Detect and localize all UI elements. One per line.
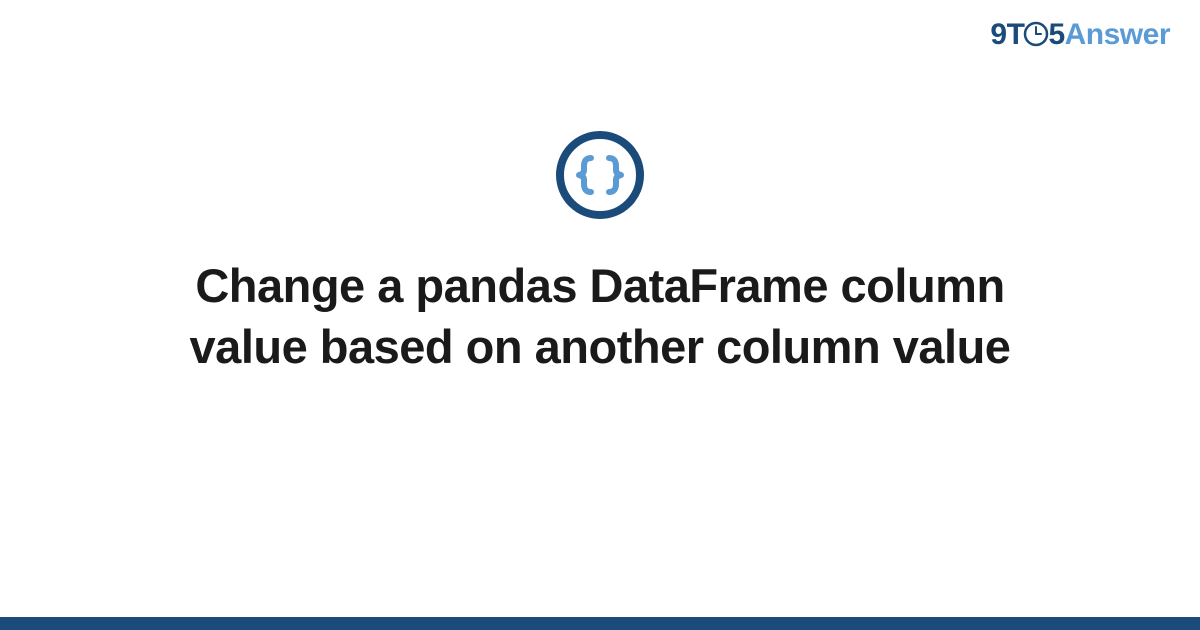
main-content: Change a pandas DataFrame column value b…: [0, 130, 1200, 377]
clock-icon: [1023, 21, 1049, 55]
footer-accent-bar: [0, 617, 1200, 630]
code-braces-emblem: [555, 130, 645, 220]
logo-suffix: 5: [1048, 18, 1064, 51]
logo-answer: Answer: [1065, 18, 1170, 51]
site-logo: 9T 5Answer: [990, 18, 1170, 52]
logo-prefix: 9T: [990, 18, 1024, 51]
page-title: Change a pandas DataFrame column value b…: [150, 255, 1050, 377]
